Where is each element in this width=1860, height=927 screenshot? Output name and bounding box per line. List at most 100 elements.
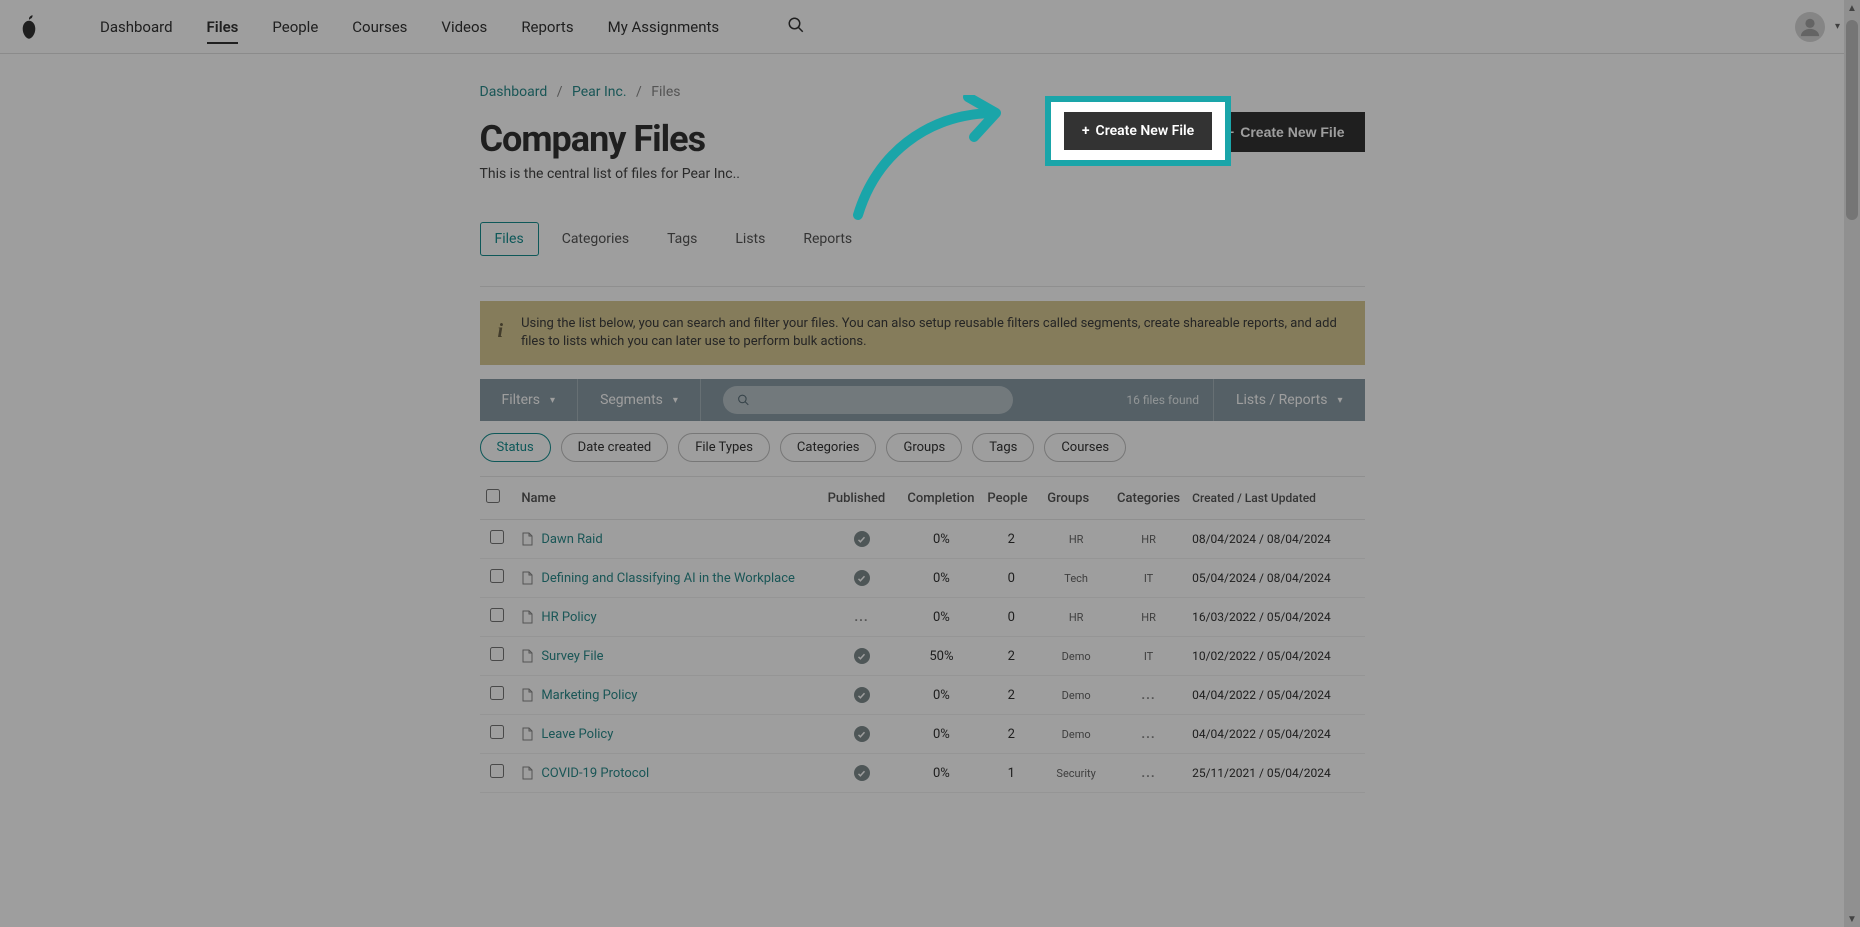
filters-dropdown[interactable]: Filters ▾ bbox=[480, 379, 579, 421]
scrollbar[interactable]: ▲ ▼ bbox=[1844, 0, 1860, 927]
filter-toolbar: Filters ▾ Segments ▾ 16 files found List… bbox=[480, 379, 1365, 421]
row-checkbox[interactable] bbox=[490, 569, 504, 583]
row-checkbox[interactable] bbox=[490, 686, 504, 700]
chevron-down-icon: ▾ bbox=[1337, 395, 1342, 406]
avatar-icon bbox=[1795, 12, 1825, 42]
col-people[interactable]: People bbox=[981, 477, 1041, 520]
chevron-down-icon: ▾ bbox=[550, 395, 555, 406]
check-icon bbox=[854, 648, 870, 664]
file-link[interactable]: Marketing Policy bbox=[541, 688, 637, 703]
nav-reports[interactable]: Reports bbox=[521, 0, 573, 53]
check-icon bbox=[854, 765, 870, 781]
search-input[interactable] bbox=[758, 392, 999, 408]
create-button-label: Create New File bbox=[1240, 124, 1344, 140]
chevron-down-icon: ▾ bbox=[673, 395, 678, 406]
chevron-down-icon: ▾ bbox=[1835, 21, 1840, 32]
breadcrumb-sep: / bbox=[557, 84, 563, 100]
nav-courses[interactable]: Courses bbox=[352, 0, 407, 53]
info-banner-text: Using the list below, you can search and… bbox=[521, 315, 1346, 351]
check-icon bbox=[854, 687, 870, 703]
nav-files[interactable]: Files bbox=[207, 0, 239, 53]
pill-date-created[interactable]: Date created bbox=[561, 433, 669, 462]
pill-file-types[interactable]: File Types bbox=[678, 433, 770, 462]
table-row: HR Policy...0%0HRHR16/03/2022 / 05/04/20… bbox=[480, 598, 1365, 637]
scroll-thumb[interactable] bbox=[1846, 20, 1858, 220]
col-categories[interactable]: Categories bbox=[1111, 477, 1186, 520]
row-checkbox[interactable] bbox=[490, 530, 504, 544]
row-checkbox[interactable] bbox=[490, 647, 504, 661]
breadcrumb-company[interactable]: Pear Inc. bbox=[572, 84, 627, 100]
select-all-checkbox[interactable] bbox=[486, 489, 500, 503]
filters-label: Filters bbox=[502, 392, 541, 408]
file-count: 16 files found bbox=[1126, 393, 1199, 407]
ellipsis-icon: ... bbox=[1141, 688, 1155, 703]
page-title: Company Files bbox=[480, 118, 706, 160]
table-row: Defining and Classifying AI in the Workp… bbox=[480, 559, 1365, 598]
user-menu[interactable]: ▾ bbox=[1795, 12, 1840, 42]
info-banner: i Using the list below, you can search a… bbox=[480, 301, 1365, 365]
file-link[interactable]: HR Policy bbox=[541, 610, 596, 625]
check-icon bbox=[854, 531, 870, 547]
check-icon bbox=[854, 726, 870, 742]
breadcrumb-sep: / bbox=[636, 84, 642, 100]
ellipsis-icon: ... bbox=[854, 610, 868, 625]
subtab-tags[interactable]: Tags bbox=[652, 222, 712, 256]
create-new-file-button[interactable]: + Create New File bbox=[1206, 112, 1364, 152]
scroll-up-icon[interactable]: ▲ bbox=[1844, 0, 1860, 16]
search-box[interactable] bbox=[723, 386, 1013, 414]
col-completion[interactable]: Completion bbox=[901, 477, 981, 520]
info-icon: i bbox=[498, 317, 504, 345]
ellipsis-icon: ... bbox=[1141, 727, 1155, 742]
nav-videos[interactable]: Videos bbox=[441, 0, 487, 53]
toolbar-search-wrap bbox=[701, 386, 1126, 414]
table-row: Survey File50%2DemoIT10/02/2022 / 05/04/… bbox=[480, 637, 1365, 676]
file-link[interactable]: Survey File bbox=[541, 649, 603, 664]
ellipsis-icon: ... bbox=[1141, 766, 1155, 781]
divider bbox=[480, 286, 1365, 287]
row-checkbox[interactable] bbox=[490, 725, 504, 739]
breadcrumb-current: Files bbox=[651, 84, 680, 100]
table-row: Dawn Raid0%2HRHR08/04/2024 / 08/04/2024 bbox=[480, 520, 1365, 559]
check-icon bbox=[854, 570, 870, 586]
col-name[interactable]: Name bbox=[515, 477, 821, 520]
search-icon bbox=[737, 393, 750, 407]
file-link[interactable]: Defining and Classifying AI in the Workp… bbox=[541, 571, 795, 586]
pill-groups[interactable]: Groups bbox=[886, 433, 962, 462]
col-published[interactable]: Published bbox=[822, 477, 902, 520]
page-content: Dashboard / Pear Inc. / Files Company Fi… bbox=[480, 54, 1365, 833]
file-link[interactable]: Dawn Raid bbox=[541, 532, 602, 547]
pill-categories[interactable]: Categories bbox=[780, 433, 877, 462]
table-row: Marketing Policy0%2Demo...04/04/2022 / 0… bbox=[480, 676, 1365, 715]
row-checkbox[interactable] bbox=[490, 608, 504, 622]
nav-dashboard[interactable]: Dashboard bbox=[100, 0, 173, 53]
breadcrumb-dashboard[interactable]: Dashboard bbox=[480, 84, 548, 100]
subtab-files[interactable]: Files bbox=[480, 222, 539, 256]
pill-courses[interactable]: Courses bbox=[1044, 433, 1126, 462]
file-link[interactable]: Leave Policy bbox=[541, 727, 613, 742]
top-nav: Dashboard Files People Courses Videos Re… bbox=[0, 0, 1860, 54]
subtab-reports[interactable]: Reports bbox=[788, 222, 867, 256]
pill-status[interactable]: Status bbox=[480, 433, 551, 462]
segments-label: Segments bbox=[600, 392, 663, 408]
row-checkbox[interactable] bbox=[490, 764, 504, 778]
logo-icon[interactable] bbox=[18, 13, 40, 41]
subtab-categories[interactable]: Categories bbox=[547, 222, 644, 256]
nav-my-assignments[interactable]: My Assignments bbox=[608, 0, 720, 53]
lists-reports-label: Lists / Reports bbox=[1236, 392, 1328, 408]
file-link[interactable]: COVID-19 Protocol bbox=[541, 766, 649, 781]
nav-people[interactable]: People bbox=[272, 0, 318, 53]
files-table: Name Published Completion People Groups … bbox=[480, 476, 1365, 793]
pill-tags[interactable]: Tags bbox=[972, 433, 1034, 462]
scroll-down-icon[interactable]: ▼ bbox=[1844, 911, 1860, 927]
lists-reports-dropdown[interactable]: Lists / Reports ▾ bbox=[1213, 379, 1365, 421]
col-groups[interactable]: Groups bbox=[1041, 477, 1111, 520]
subtab-lists[interactable]: Lists bbox=[720, 222, 780, 256]
search-icon[interactable] bbox=[787, 16, 805, 38]
nav-items: Dashboard Files People Courses Videos Re… bbox=[100, 0, 805, 53]
segments-dropdown[interactable]: Segments ▾ bbox=[578, 379, 701, 421]
plus-icon: + bbox=[1226, 124, 1234, 140]
col-created[interactable]: Created / Last Updated bbox=[1186, 477, 1364, 520]
table-row: COVID-19 Protocol0%1Security...25/11/202… bbox=[480, 754, 1365, 793]
table-row: Leave Policy0%2Demo...04/04/2022 / 05/04… bbox=[480, 715, 1365, 754]
filter-pills: Status Date created File Types Categorie… bbox=[480, 433, 1365, 462]
